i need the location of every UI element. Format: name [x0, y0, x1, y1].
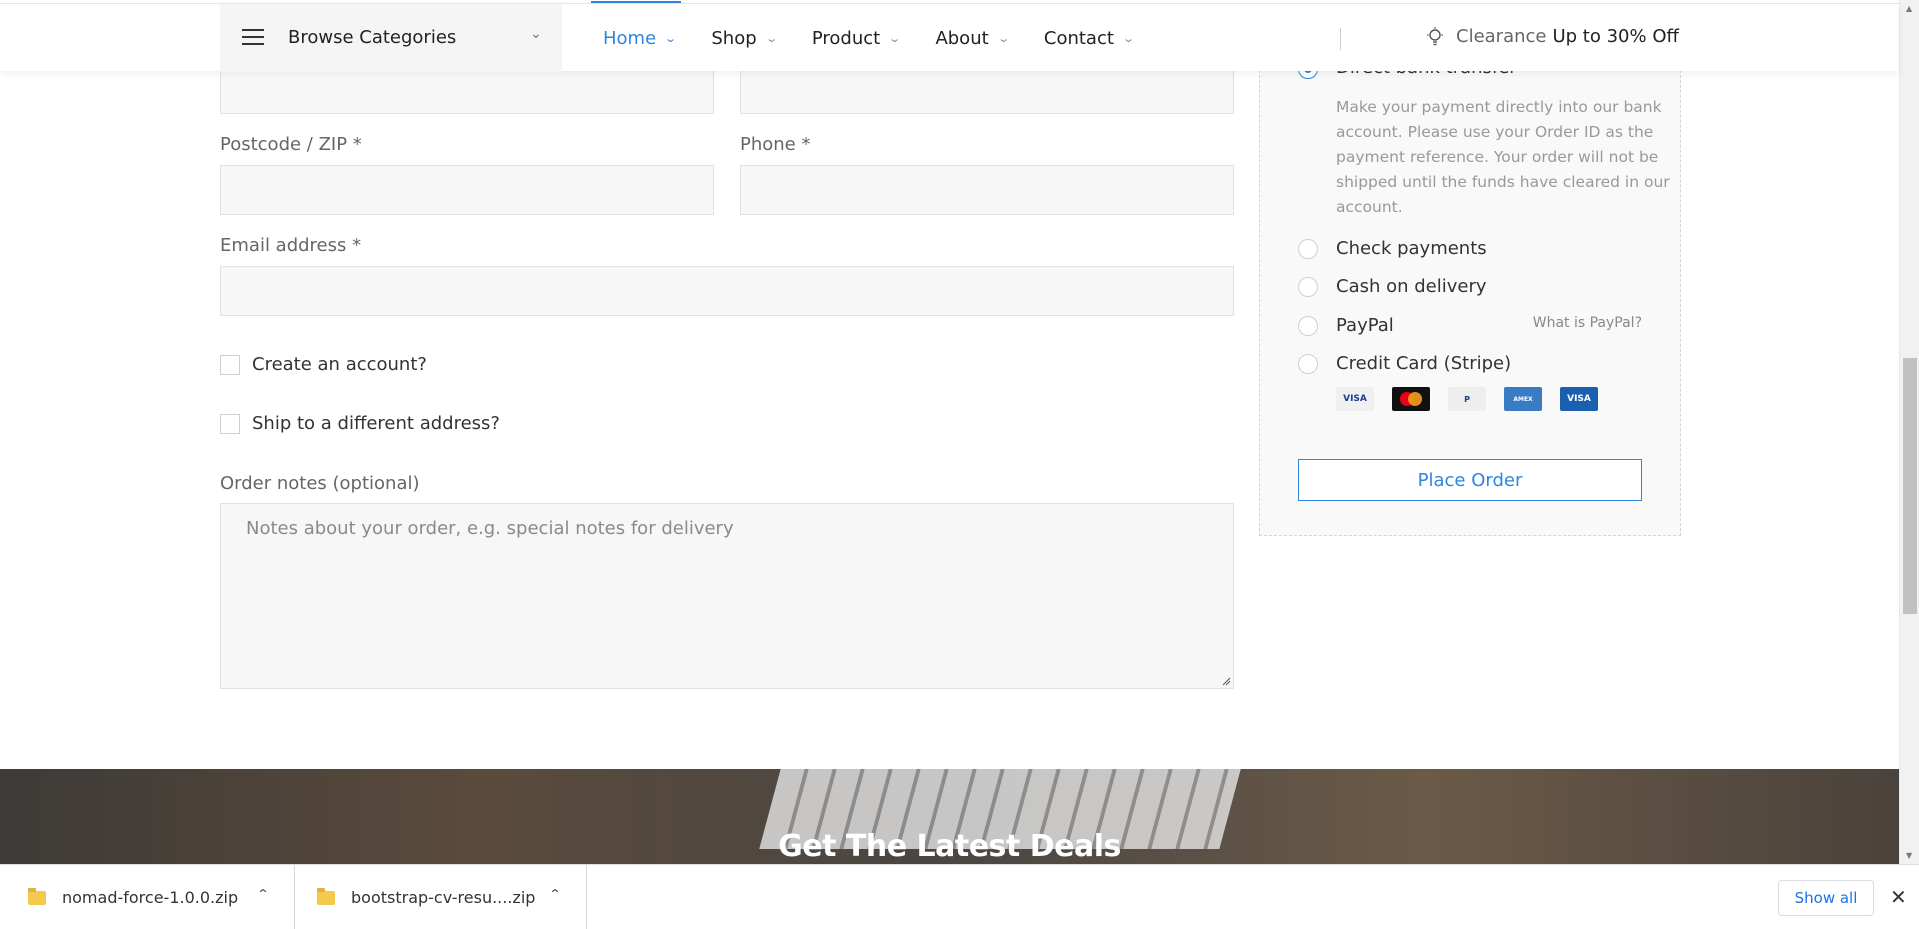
- nav-item-label: Product: [811, 27, 881, 49]
- nav-item-home[interactable]: Home ⌄: [590, 0, 682, 49]
- payment-methods-panel: Direct bank transfer Make your payment d…: [1259, 40, 1681, 536]
- zip-folder-icon: [28, 887, 46, 905]
- site-header: Browse Categories ⌄ Home ⌄ Shop ⌄ Product ⌄…: [0, 0, 1899, 72]
- visa-icon: VISA: [1336, 387, 1374, 411]
- resize-handle-icon[interactable]: [1221, 676, 1231, 686]
- download-bar: nomad-force-1.0.0.zip ⌃ bootstrap-cv-res…: [0, 864, 1919, 929]
- place-order-button[interactable]: Place Order: [1298, 459, 1642, 501]
- direct-bank-description: Make your payment directly into our bank…: [1336, 98, 1670, 216]
- close-icon[interactable]: ✕: [1890, 885, 1907, 909]
- download-item[interactable]: bootstrap-cv-resu....zip ⌃: [295, 865, 587, 929]
- phone-label: Phone *: [740, 134, 811, 155]
- paypal-label[interactable]: PayPal: [1336, 315, 1394, 336]
- menu-icon: [242, 29, 264, 47]
- check-payments-label[interactable]: Check payments: [1336, 238, 1487, 259]
- chevron-down-icon: ⌄: [1122, 31, 1135, 45]
- chevron-down-icon: ⌄: [996, 31, 1010, 45]
- chevron-down-icon: ⌄: [664, 31, 678, 45]
- check-payments-radio[interactable]: [1298, 239, 1318, 259]
- scrollbar-thumb[interactable]: [1903, 358, 1917, 614]
- nav-item-label: Contact: [1043, 27, 1114, 49]
- clearance-promo[interactable]: Clearance Up to 30% Off: [1426, 26, 1679, 47]
- download-filename: nomad-force-1.0.0.zip: [62, 888, 239, 907]
- card-label: VISA: [1343, 394, 1367, 404]
- order-notes-placeholder: Notes about your order, e.g. special not…: [246, 518, 734, 539]
- visa-icon: VISA: [1560, 387, 1598, 411]
- chevron-up-icon[interactable]: ⌃: [548, 887, 561, 901]
- stripe-label[interactable]: Credit Card (Stripe): [1336, 353, 1511, 374]
- postcode-field[interactable]: [220, 165, 714, 215]
- scroll-up-icon[interactable]: ▲: [1906, 4, 1912, 13]
- download-item[interactable]: nomad-force-1.0.0.zip ⌃: [0, 865, 295, 929]
- lightbulb-icon: [1427, 26, 1443, 45]
- order-notes-textarea[interactable]: Notes about your order, e.g. special not…: [220, 503, 1234, 689]
- cash-on-delivery-radio[interactable]: [1298, 277, 1318, 297]
- browse-categories-dropdown[interactable]: Browse Categories ⌄: [220, 4, 562, 72]
- nav-item-label: Home: [603, 27, 657, 49]
- page: Browse Categories ⌄ Home ⌄ Shop ⌄ Product ⌄…: [0, 0, 1919, 929]
- what-is-paypal-link[interactable]: What is PayPal?: [1533, 315, 1642, 331]
- ship-different-checkbox[interactable]: [220, 414, 240, 434]
- chevron-up-icon[interactable]: ⌃: [256, 887, 269, 901]
- cash-on-delivery-label[interactable]: Cash on delivery: [1336, 276, 1487, 297]
- mastercard-icon: [1392, 387, 1430, 411]
- chevron-down-icon: ⌄: [530, 26, 542, 42]
- amex-icon: AMEX: [1504, 387, 1542, 411]
- banner-title: Get The Latest Deals: [778, 829, 1121, 864]
- clearance-label: Clearance: [1456, 26, 1547, 47]
- nav-item-product[interactable]: Product ⌄: [811, 27, 902, 49]
- deals-banner: Get The Latest Deals: [0, 769, 1899, 864]
- download-filename: bootstrap-cv-resu....zip: [351, 888, 536, 907]
- nav-item-contact[interactable]: Contact ⌄: [1043, 27, 1135, 49]
- scroll-down-icon[interactable]: ▼: [1906, 851, 1912, 860]
- card-label: VISA: [1567, 394, 1591, 404]
- show-all-button[interactable]: Show all: [1778, 880, 1874, 916]
- nav-item-label: About: [935, 27, 989, 49]
- phone-field[interactable]: [740, 165, 1234, 215]
- email-label: Email address *: [220, 235, 362, 256]
- main-nav: Home ⌄ Shop ⌄ Product ⌄ About ⌄ Contact ⌄: [590, 0, 1169, 72]
- zip-folder-icon: [317, 887, 335, 905]
- card-logos: VISA P AMEX VISA: [1336, 387, 1598, 411]
- chevron-down-icon: ⌄: [888, 31, 902, 45]
- order-notes-label: Order notes (optional): [220, 473, 420, 494]
- browse-categories-label: Browse Categories: [288, 27, 457, 48]
- create-account-checkbox[interactable]: [220, 355, 240, 375]
- nav-item-label: Shop: [711, 27, 757, 49]
- nav-item-shop[interactable]: Shop ⌄: [711, 27, 778, 49]
- chevron-down-icon: ⌄: [764, 31, 778, 45]
- email-field[interactable]: [220, 266, 1234, 316]
- stripe-radio[interactable]: [1298, 354, 1318, 374]
- clearance-offer: Up to 30% Off: [1552, 26, 1679, 47]
- header-divider: [1340, 28, 1341, 50]
- paypal-radio[interactable]: [1298, 316, 1318, 336]
- ship-different-label[interactable]: Ship to a different address?: [252, 413, 500, 434]
- postcode-label: Postcode / ZIP *: [220, 134, 362, 155]
- paypal-card-icon: P: [1448, 387, 1486, 411]
- page-scrollbar[interactable]: ▲ ▼: [1899, 0, 1919, 864]
- create-account-label[interactable]: Create an account?: [252, 354, 427, 375]
- nav-item-about[interactable]: About ⌄: [935, 27, 1010, 49]
